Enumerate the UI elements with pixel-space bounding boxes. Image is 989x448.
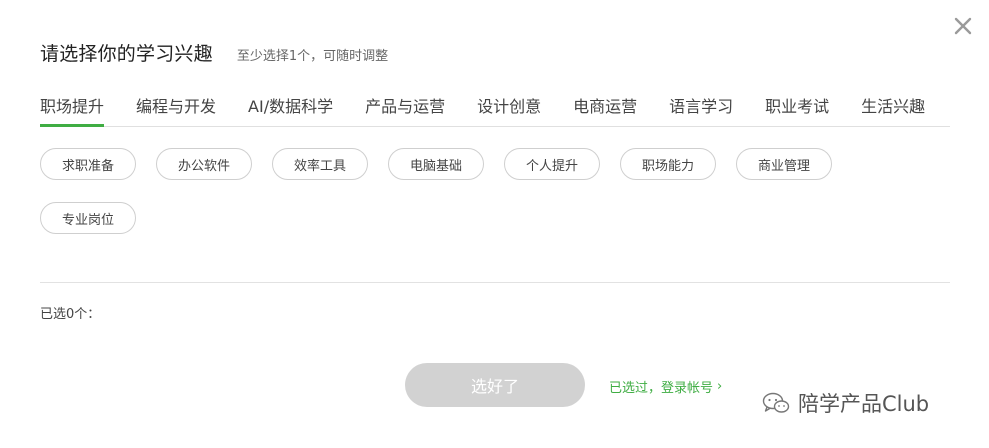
chip-computer-basics[interactable]: 电脑基础 xyxy=(388,148,484,180)
selected-count: 已选0个： xyxy=(40,307,101,322)
interest-chip-list: 求职准备 办公软件 效率工具 电脑基础 个人提升 职场能力 商业管理 专业岗位 xyxy=(40,148,900,234)
tab-exams[interactable]: 职业考试 xyxy=(765,84,829,126)
tab-lifestyle[interactable]: 生活兴趣 xyxy=(861,84,925,126)
watermark: 陪学产品Club xyxy=(762,388,929,418)
category-tabs: 职场提升 编程与开发 AI/数据科学 产品与运营 设计创意 电商运营 语言学习 … xyxy=(40,84,950,127)
tab-programming[interactable]: 编程与开发 xyxy=(136,84,216,126)
chip-workplace-skills[interactable]: 职场能力 xyxy=(620,148,716,180)
dialog-subtitle: 至少选择1个，可随时调整 xyxy=(236,49,389,64)
tab-career-growth[interactable]: 职场提升 xyxy=(40,84,105,127)
tab-language[interactable]: 语言学习 xyxy=(669,84,733,126)
chip-office-software[interactable]: 办公软件 xyxy=(156,148,252,180)
chip-job-prep[interactable]: 求职准备 xyxy=(40,148,136,180)
dialog-title: 请选择你的学习兴趣 xyxy=(40,43,213,65)
dialog-header: 请选择你的学习兴趣 至少选择1个，可随时调整 xyxy=(40,39,388,66)
watermark-text: 陪学产品Club xyxy=(798,392,930,416)
section-divider xyxy=(40,282,950,283)
tab-ai-data-science[interactable]: AI/数据科学 xyxy=(248,84,333,126)
chip-professional-roles[interactable]: 专业岗位 xyxy=(40,202,136,234)
login-link[interactable]: 已选过，登录帐号 › xyxy=(609,377,722,396)
chevron-right-icon: › xyxy=(717,379,723,394)
confirm-button[interactable]: 选好了 xyxy=(405,363,585,407)
chip-personal-growth[interactable]: 个人提升 xyxy=(504,148,600,180)
login-link-label: 已选过，登录帐号 xyxy=(609,381,714,396)
tab-design[interactable]: 设计创意 xyxy=(477,84,541,126)
chip-productivity-tools[interactable]: 效率工具 xyxy=(272,148,368,180)
tab-product-operations[interactable]: 产品与运营 xyxy=(365,84,445,126)
close-icon[interactable] xyxy=(952,15,974,37)
chip-business-management[interactable]: 商业管理 xyxy=(736,148,832,180)
tab-ecommerce[interactable]: 电商运营 xyxy=(573,84,637,126)
wechat-icon xyxy=(762,392,790,413)
